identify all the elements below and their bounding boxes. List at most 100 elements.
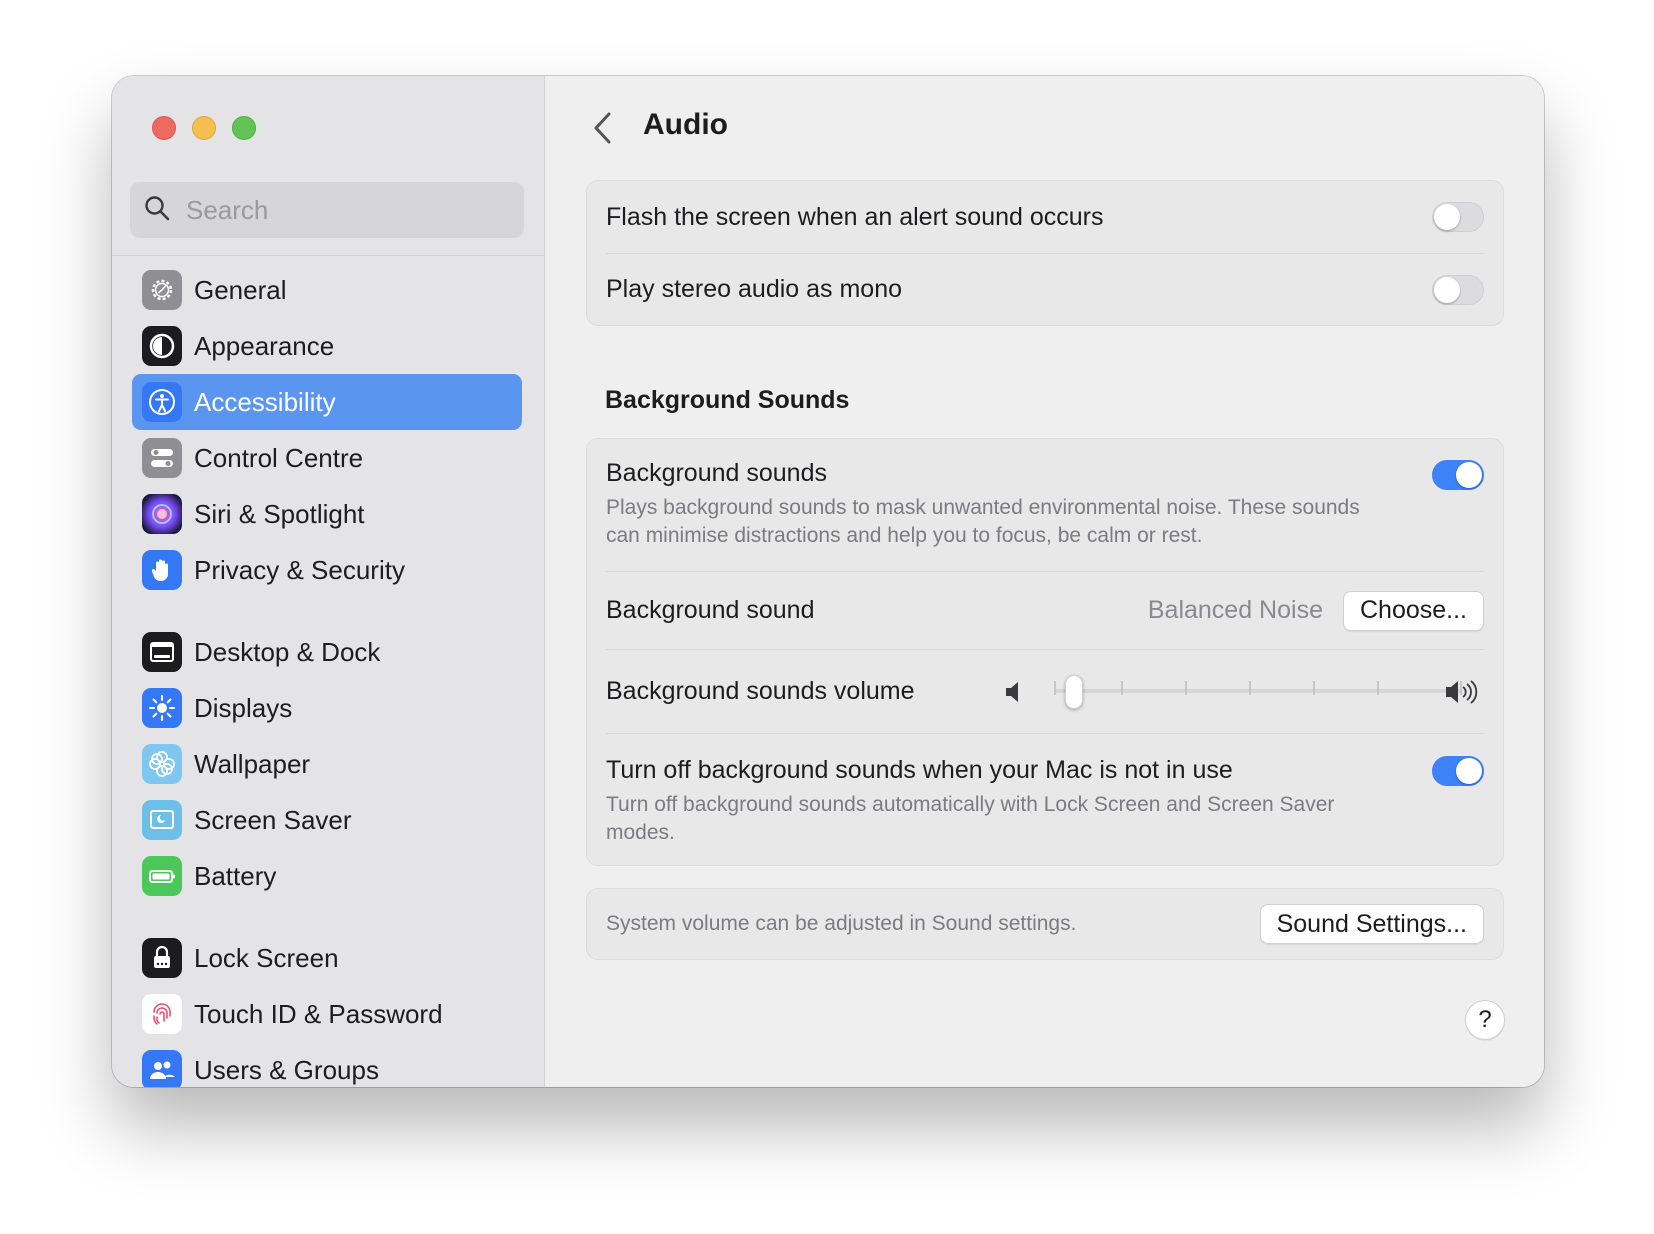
sidebar-item-label: Appearance [194,330,335,361]
auto-off-text: Turn off background sounds when your Mac… [606,756,1366,847]
sidebar-item-label: Battery [194,860,277,891]
sidebar-item-label: Displays [194,692,293,723]
slider-tick [1054,681,1056,695]
background-sounds-label: Background sounds [606,459,827,487]
siri-icon [142,494,182,534]
auto-off-label: Turn off background sounds when your Mac… [606,756,1233,784]
sound-settings-group: System volume can be adjusted in Sound s… [586,888,1504,960]
sidebar-item-label: Privacy & Security [194,554,405,585]
background-sounds-toggle[interactable] [1432,460,1484,490]
sidebar-item-label: Users & Groups [194,1054,379,1085]
screen-saver-icon [142,800,182,840]
battery-icon [142,856,182,896]
sidebar-item-displays[interactable]: Displays [132,680,522,736]
sound-settings-row: System volume can be adjusted in Sound s… [606,889,1484,959]
accessibility-icon [142,382,182,422]
background-sound-value: Balanced Noise [1147,596,1323,624]
background-sound-label: Background sound [606,596,815,624]
sidebar-item-screen-saver[interactable]: Screen Saver [132,792,522,848]
gear-icon [142,270,182,310]
search-field[interactable] [130,182,524,238]
slider-tick [1313,681,1315,695]
dock-icon [142,632,182,672]
slider-track [1054,689,1462,693]
sidebar-item-label: Accessibility [194,386,336,417]
sidebar-item-privacy-security[interactable]: Privacy & Security [132,542,522,598]
sidebar-item-label: Screen Saver [194,804,352,835]
sidebar: General Appearance Accessibility Control… [112,76,545,1087]
section-heading: Background Sounds [605,386,850,414]
sidebar-item-accessibility[interactable]: Accessibility [132,374,522,430]
sidebar-item-label: Control Centre [194,442,364,473]
hand-icon [142,550,182,590]
sidebar-item-touch-id[interactable]: Touch ID & Password [132,986,522,1042]
mono-audio-label: Play stereo audio as mono [606,275,903,303]
speaker-low-icon [1006,682,1018,702]
sidebar-item-users-groups[interactable]: Users & Groups [132,1042,522,1087]
lock-icon [142,938,182,978]
control-centre-icon [142,438,182,478]
volume-slider[interactable] [1004,672,1484,712]
flower-icon [142,744,182,784]
main-panel: Audio Flash the screen when an alert sou… [545,76,1544,1087]
chevron-left-icon [594,112,611,144]
sidebar-item-label: General [194,274,287,305]
slider-knob[interactable] [1065,675,1084,709]
minimize-button[interactable] [192,116,216,140]
sidebar-item-appearance[interactable]: Appearance [132,318,522,374]
alerts-group: Flash the screen when an alert sound occ… [586,180,1504,326]
sidebar-item-control-centre[interactable]: Control Centre [132,430,522,486]
sun-icon [142,688,182,728]
auto-off-row: Turn off background sounds when your Mac… [606,733,1484,863]
search-icon [144,195,170,226]
window-controls [152,116,256,140]
mono-audio-toggle[interactable] [1432,274,1484,305]
users-icon [142,1050,182,1087]
sidebar-item-label: Siri & Spotlight [194,498,365,529]
background-sound-row: Background sound Balanced Noise Choose..… [606,571,1484,649]
background-sounds-description: Plays background sounds to mask unwanted… [606,496,1360,547]
back-button[interactable] [583,104,623,152]
background-sounds-text: Background sounds Plays background sound… [606,459,1366,550]
slider-tick [1121,681,1123,695]
sidebar-nav: General Appearance Accessibility Control… [132,262,522,1087]
sidebar-item-lock-screen[interactable]: Lock Screen [132,930,522,986]
sidebar-item-label: Desktop & Dock [194,636,381,667]
sidebar-item-label: Touch ID & Password [194,998,443,1029]
slider-tick [1185,681,1187,695]
sound-settings-button[interactable]: Sound Settings... [1259,904,1484,944]
background-sounds-row: Background sounds Plays background sound… [606,439,1484,571]
background-sound-controls: Balanced Noise Choose... [1147,590,1484,631]
volume-label: Background sounds volume [606,677,915,705]
sidebar-item-wallpaper[interactable]: Wallpaper [132,736,522,792]
sidebar-item-siri-spotlight[interactable]: Siri & Spotlight [132,486,522,542]
help-button[interactable]: ? [1465,1000,1505,1040]
auto-off-description: Turn off background sounds automatically… [606,793,1335,844]
auto-off-toggle[interactable] [1432,756,1484,786]
sidebar-item-general[interactable]: General [132,262,522,318]
background-sounds-group: Background sounds Plays background sound… [586,438,1504,866]
zoom-button[interactable] [232,116,256,140]
slider-tick [1249,681,1251,695]
sidebar-item-label: Wallpaper [194,748,311,779]
close-button[interactable] [152,116,176,140]
slider-tick [1377,681,1379,695]
search-input[interactable] [184,193,508,227]
page-title: Audio [643,108,728,141]
flash-screen-label: Flash the screen when an alert sound occ… [606,202,1104,231]
sidebar-item-label: Lock Screen [194,942,339,973]
mono-audio-row: Play stereo audio as mono [606,253,1484,325]
speaker-high-icon [1446,680,1478,704]
flash-screen-toggle[interactable] [1432,202,1484,232]
volume-row: Background sounds volume [606,649,1484,733]
choose-button[interactable]: Choose... [1342,590,1484,631]
sidebar-item-desktop-dock[interactable]: Desktop & Dock [132,624,522,680]
sidebar-item-battery[interactable]: Battery [132,848,522,904]
system-volume-note: System volume can be adjusted in Sound s… [606,912,1077,935]
appearance-icon [142,326,182,366]
settings-window: General Appearance Accessibility Control… [112,76,1544,1087]
flash-screen-row: Flash the screen when an alert sound occ… [606,181,1484,253]
fingerprint-icon [142,994,182,1034]
sidebar-divider [112,255,544,256]
